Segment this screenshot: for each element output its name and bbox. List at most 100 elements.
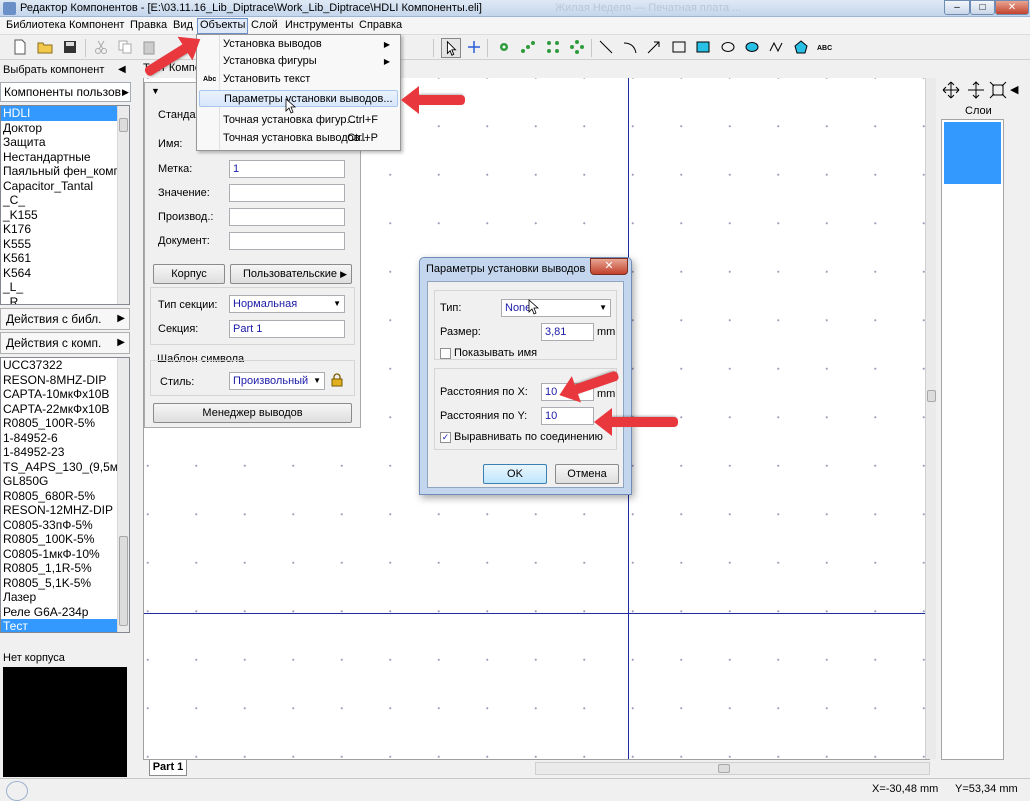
library-list-item[interactable]: K564 <box>1 266 117 281</box>
collapse-panel-icon[interactable]: ◀ <box>118 64 126 75</box>
pointer-tool-icon[interactable] <box>441 38 461 58</box>
component-list-item[interactable]: 1-84952-23 <box>1 445 117 460</box>
cut-icon[interactable] <box>93 39 109 55</box>
component-list-item[interactable]: R0805_1,1R-5% <box>1 561 117 576</box>
library-list-item[interactable]: K561 <box>1 251 117 266</box>
menu-library[interactable]: Библиотека <box>4 19 68 34</box>
document-input[interactable] <box>229 232 345 250</box>
library-list-item[interactable]: _R_ <box>1 295 117 305</box>
menu-help[interactable]: Справка <box>357 19 404 34</box>
text-tool-icon[interactable]: ABC <box>817 39 833 55</box>
ok-button[interactable]: OK <box>483 464 547 484</box>
style-select[interactable]: Произвольный ▼ <box>229 372 325 390</box>
dialog-close-button[interactable]: ✕ <box>590 258 628 275</box>
show-name-checkbox[interactable] <box>440 348 451 359</box>
menu-layer[interactable]: Слой <box>249 19 280 34</box>
minimize-button[interactable]: – <box>944 0 970 15</box>
component-list[interactable]: UCC37322 RESON-8MHZ-DIP CAPTA-10мкФх10В CAP… <box>0 357 130 633</box>
package-button[interactable]: Корпус <box>153 264 225 284</box>
pin-grid-icon[interactable] <box>569 39 585 55</box>
filled-ellipse-tool-icon[interactable] <box>744 39 760 55</box>
part-tab[interactable]: Part 1 <box>149 760 187 776</box>
manufacturer-input[interactable] <box>229 208 345 226</box>
size-input[interactable]: 3,81 <box>541 323 594 341</box>
polygon-tool-icon[interactable] <box>793 39 809 55</box>
component-list-item[interactable]: R0805_100K-5% <box>1 532 117 547</box>
mark-input[interactable]: 1 <box>229 160 345 178</box>
align-checkbox[interactable]: ✓ <box>440 432 451 443</box>
new-file-icon[interactable] <box>12 39 28 55</box>
library-list-scrollbar[interactable] <box>117 106 129 304</box>
pin-manager-button[interactable]: Менеджер выводов <box>153 403 352 423</box>
library-list[interactable]: HDLI Доктор Защита Нестандартные Паяльный фе… <box>0 105 130 305</box>
library-list-item[interactable]: K176 <box>1 222 117 237</box>
section-type-select[interactable]: Нормальная ▼ <box>229 295 345 313</box>
component-list-item[interactable]: Лазер <box>1 590 117 605</box>
library-list-item[interactable]: Паяльный фен_комп <box>1 164 117 179</box>
center-icon[interactable] <box>967 81 985 99</box>
layer-swatch[interactable] <box>944 122 1001 184</box>
move-icon[interactable] <box>942 81 960 99</box>
component-list-item[interactable]: UCC37322 <box>1 358 117 373</box>
menu-item-6[interactable]: Точная установка выводов... Ctrl+P <box>199 130 398 147</box>
component-list-item[interactable]: RESON-12MHZ-DIP <box>1 503 117 518</box>
library-list-item[interactable]: Capacitor_Tantal <box>1 179 117 194</box>
menu-item-1[interactable]: Установка выводов ▶ <box>199 36 398 53</box>
component-list-item[interactable]: Реле G6A-234p <box>1 605 117 620</box>
crosshair-tool-icon[interactable] <box>466 39 482 55</box>
menu-component[interactable]: Компонент <box>67 19 126 34</box>
close-button[interactable]: ✕ <box>995 0 1029 15</box>
right-panel-collapse-icon[interactable]: ◀ <box>1010 83 1018 96</box>
component-list-item[interactable]: TS_A4PS_130_(9,5мм <box>1 460 117 475</box>
library-list-item[interactable]: _C_ <box>1 193 117 208</box>
library-list-item[interactable]: Защита <box>1 135 117 150</box>
canvas-horizontal-scrollbar[interactable] <box>535 762 930 775</box>
component-list-item[interactable]: CAPTA-22мкФх10В <box>1 402 117 417</box>
library-list-item[interactable]: _L_ <box>1 280 117 295</box>
library-actions-button[interactable]: Действия с библ. ▶ <box>0 308 130 330</box>
polyline-tool-icon[interactable] <box>768 39 784 55</box>
arrow-tool-icon[interactable] <box>646 39 662 55</box>
component-list-item[interactable]: C0805-33пФ-5% <box>1 518 117 533</box>
library-combo[interactable]: Компоненты пользов <box>0 82 131 102</box>
menu-item-4[interactable]: Параметры установки выводов... <box>199 90 398 107</box>
component-list-item[interactable]: R0805_100R-5% <box>1 416 117 431</box>
value-input[interactable] <box>229 184 345 202</box>
component-list-item[interactable]: Тест <box>1 619 117 632</box>
menu-item-2[interactable]: Установка фигуры ▶ <box>199 53 398 70</box>
section-input[interactable]: Part 1 <box>229 320 345 338</box>
copy-icon[interactable] <box>117 39 133 55</box>
component-list-item[interactable]: GL850G <box>1 474 117 489</box>
save-icon[interactable] <box>62 39 78 55</box>
menu-item-5[interactable]: Точная установка фигур... Ctrl+F <box>199 112 398 129</box>
component-list-scrollbar[interactable] <box>117 358 129 632</box>
library-list-item[interactable]: _K155 <box>1 208 117 223</box>
pin-array-icon[interactable] <box>545 39 561 55</box>
library-list-item[interactable]: Нестандартные <box>1 150 117 165</box>
dist-y-input[interactable]: 10 <box>541 407 594 425</box>
library-list-item[interactable]: HDLI <box>1 106 117 121</box>
arc-tool-icon[interactable] <box>622 39 638 55</box>
line-tool-icon[interactable] <box>598 39 614 55</box>
component-actions-button[interactable]: Действия с комп. ▶ <box>0 332 130 354</box>
ellipse-tool-icon[interactable] <box>720 39 736 55</box>
panel-collapse-icon[interactable]: ▼ <box>151 86 160 96</box>
component-list-item[interactable]: R0805_680R-5% <box>1 489 117 504</box>
library-list-item[interactable]: K555 <box>1 237 117 252</box>
open-folder-icon[interactable] <box>37 39 53 55</box>
fit-view-icon[interactable] <box>989 81 1007 99</box>
component-list-item[interactable]: 1-84952-6 <box>1 431 117 446</box>
type-select[interactable]: None ▼ <box>501 299 611 317</box>
layers-list[interactable] <box>941 119 1004 760</box>
menu-tools[interactable]: Инструменты <box>283 19 356 34</box>
component-list-item[interactable]: RESON-8MHZ-DIP <box>1 373 117 388</box>
cancel-button[interactable]: Отмена <box>555 464 619 484</box>
maximize-button[interactable]: □ <box>970 0 995 15</box>
pin-row-icon[interactable] <box>520 39 536 55</box>
place-pin-icon[interactable] <box>496 39 512 55</box>
component-list-item[interactable]: R0805_5,1K-5% <box>1 576 117 591</box>
library-combo-arrow-icon[interactable]: ▶ <box>122 87 129 98</box>
lock-icon[interactable] <box>331 373 343 387</box>
library-list-item[interactable]: Доктор <box>1 121 117 136</box>
paste-icon[interactable] <box>141 39 157 55</box>
